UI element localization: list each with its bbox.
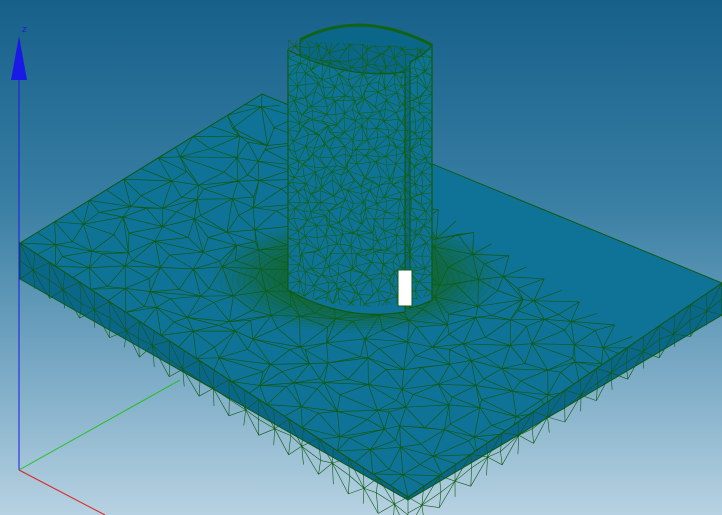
x-axis-line: [18, 469, 106, 515]
z-axis-label: z: [22, 25, 27, 35]
split-cylinder: [287, 23, 433, 315]
z-axis-arrow-icon: [11, 36, 27, 80]
y-axis-line: [18, 379, 181, 471]
mesh-scene[interactable]: z: [0, 0, 722, 515]
cylinder-slot-opening: [397, 269, 413, 307]
3d-viewport[interactable]: z: [0, 0, 722, 515]
